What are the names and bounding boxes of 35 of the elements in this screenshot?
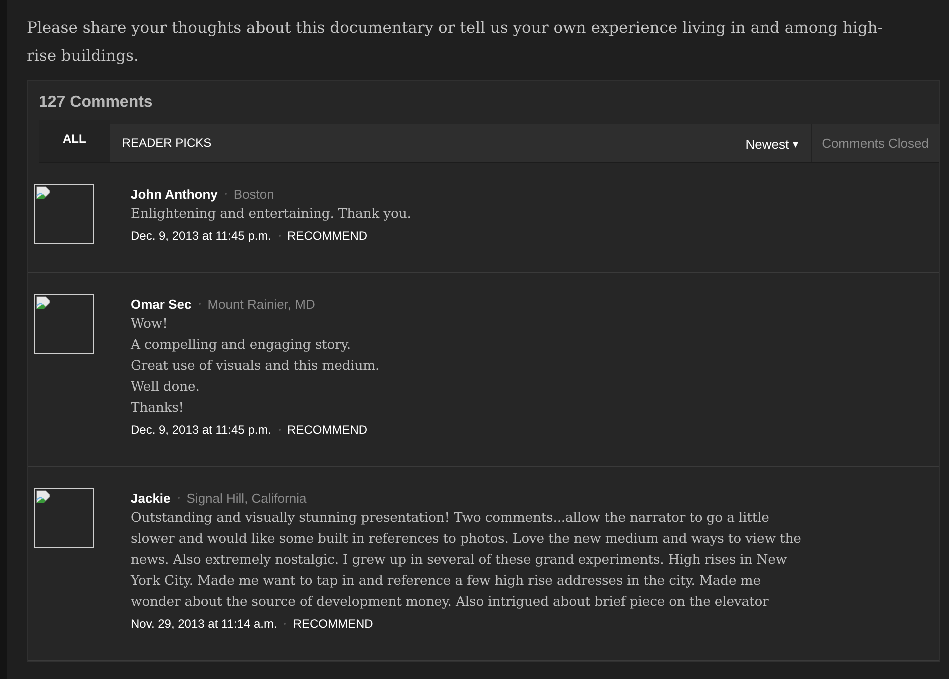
broken-image-icon <box>36 296 52 312</box>
author-location: Boston <box>234 186 274 202</box>
author-name[interactable]: John Anthony <box>131 186 218 202</box>
recommend-link[interactable]: RECOMMEND <box>288 423 368 437</box>
author-location: Signal Hill, California <box>186 490 307 506</box>
caret-icon: ▾ <box>793 138 800 150</box>
broken-image-icon <box>36 490 52 506</box>
separator-dot <box>284 623 286 625</box>
intro-text: Please share your thoughts about this documentary or tell us your own experience living in and among high-rise buildings. <box>27 18 884 67</box>
author-name[interactable]: Jackie <box>131 490 171 506</box>
tab[interactable]: READER PICKS <box>110 124 224 162</box>
comment-date[interactable]: Dec. 9, 2013 at 11:45 p.m. <box>131 229 272 243</box>
separator-dot <box>278 235 281 237</box>
comment-text: A compelling and engaging story. <box>131 337 352 355</box>
comment-text: Outstanding and visually stunning presentation! Two comments...allow the narrator to go a little slower and would like some built in references to photos. Love the new medium and ways to view the news. Also extremely nostalgic. I grew up in several of these grand experiments. High rises in New York City. Made me want to tap in and reference a few high rise addresses in the city. Made me wonder about the source of development money. Also intrigued about brief piece on the elevator <box>131 510 802 612</box>
comment-date[interactable]: Nov. 29, 2013 at 11:14 a.m. <box>131 617 278 631</box>
separator-dot <box>278 429 281 431</box>
separator-dot <box>198 303 201 305</box>
comment-text: Thanks! <box>131 400 186 418</box>
recommend-link[interactable]: RECOMMEND <box>288 229 368 243</box>
comments-status: Comments Closed <box>821 134 930 152</box>
comment-text: Enlightening and entertaining. Thank you. <box>131 206 412 224</box>
comments-count: 127 Comments <box>39 94 153 111</box>
author-location: Mount Rainier, MD <box>208 296 316 312</box>
separator-dot <box>224 193 227 195</box>
comment-text: Great use of visuals and this medium. <box>131 358 380 376</box>
sort-label[interactable]: Newest <box>746 136 790 152</box>
sort-dropdown[interactable]: Newest ▾ <box>734 124 812 162</box>
author-name[interactable]: Omar Sec <box>131 296 192 312</box>
recommend-link[interactable]: RECOMMEND <box>293 617 374 631</box>
separator-dot <box>178 497 180 499</box>
comment-text: Well done. <box>131 379 201 397</box>
comment-text: Wow! <box>131 316 169 334</box>
broken-image-icon <box>36 186 52 202</box>
comment-date[interactable]: Dec. 9, 2013 at 11:45 p.m. <box>131 423 272 437</box>
